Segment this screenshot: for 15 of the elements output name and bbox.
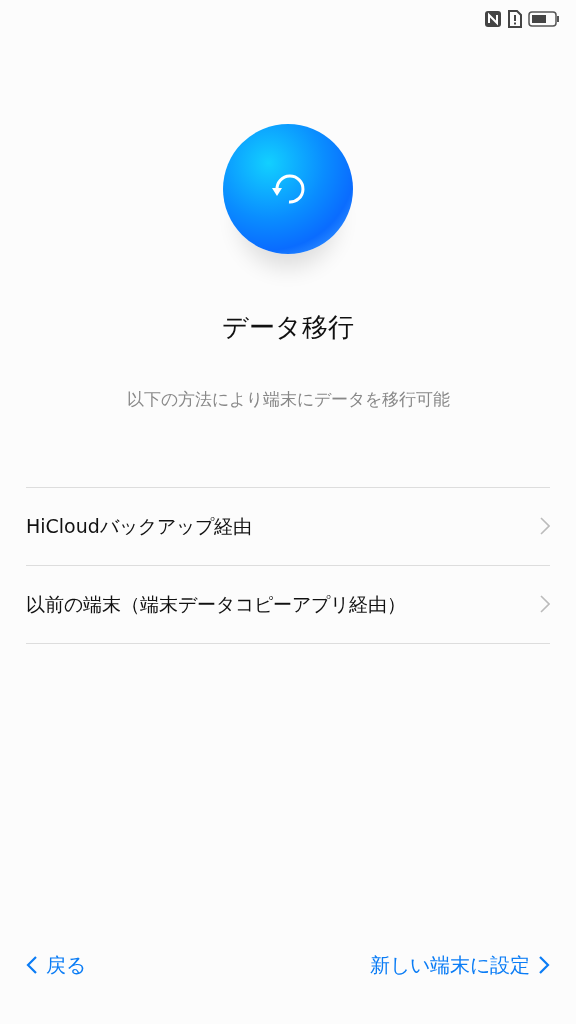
- option-row[interactable]: HiCloudバックアップ経由: [26, 487, 550, 566]
- chevron-right-icon: [538, 955, 550, 975]
- option-label: HiCloudバックアップ経由: [26, 513, 252, 539]
- battery-icon: [528, 11, 560, 27]
- sim-alert-icon: [508, 10, 522, 28]
- option-row[interactable]: 以前の端末（端末データコピーアプリ経由）: [26, 565, 550, 644]
- chevron-left-icon: [26, 955, 38, 975]
- nfc-icon: [484, 10, 502, 28]
- subtitle: 以下の方法により端末にデータを移行可能: [125, 388, 451, 411]
- back-link[interactable]: 戻る: [26, 950, 86, 980]
- next-link[interactable]: 新しい端末に設定: [370, 950, 550, 980]
- chevron-right-icon: [540, 594, 550, 614]
- chevron-right-icon: [540, 516, 550, 536]
- option-label: 以前の端末（端末データコピーアプリ経由）: [26, 591, 406, 617]
- page-title: データ移行: [221, 311, 355, 344]
